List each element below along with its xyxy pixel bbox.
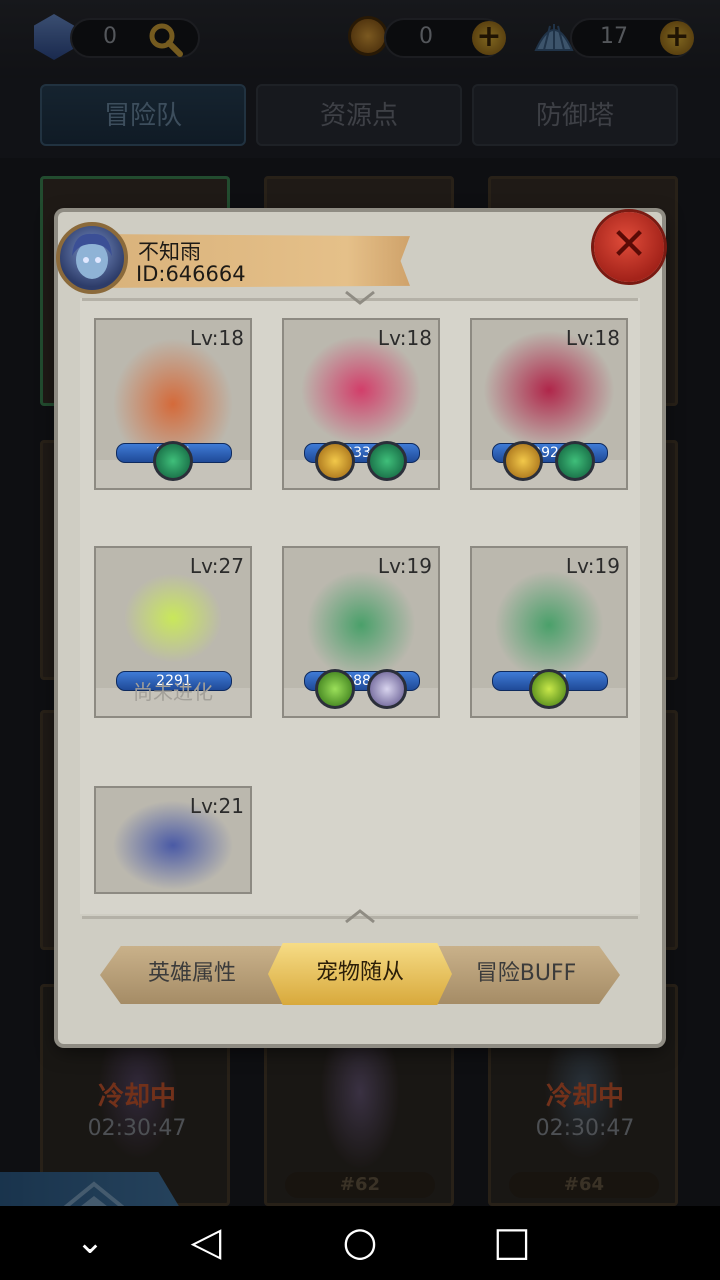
player-id: ID:646664 [136,262,246,286]
player-avatar[interactable] [56,222,128,294]
tab-pet-followers[interactable]: 宠物随从 [268,943,452,1005]
pet-level: Lv:18 [565,326,620,350]
pet-skill-row [472,669,626,716]
green-feather-skill-icon[interactable] [555,441,595,481]
pet-card[interactable]: Lv:27 2291 尚未进化 [94,546,252,718]
pet-card[interactable]: Lv:18 2330 [282,318,440,490]
green-feather-skill-icon[interactable] [367,441,407,481]
pet-level: Lv:27 [189,554,244,578]
pet-card[interactable]: Lv:18 2928 [470,318,628,490]
gold-hammer-skill-icon[interactable] [315,441,355,481]
pet-card[interactable]: Lv:193374 [470,546,628,718]
pet-skill-row [284,669,438,716]
green-cross-skill-icon[interactable] [315,669,355,709]
pet-skill-row [284,441,438,488]
pet-skill-row [472,441,626,488]
tab-hero-attributes[interactable]: 英雄属性 [122,946,262,1004]
pet-card[interactable]: Lv:19 2884 [282,546,440,718]
green-amulet-skill-icon[interactable] [529,669,569,709]
chevron-down-icon[interactable]: ⌄ [60,1216,120,1268]
pet-skill-row [96,441,250,488]
pet-level: Lv:19 [565,554,620,578]
pet-card[interactable]: Lv:182231 [94,318,252,490]
pet-card[interactable]: Lv:21 [94,786,252,894]
gold-hammer-skill-icon[interactable] [503,441,543,481]
pet-level: Lv:19 [377,554,432,578]
home-icon[interactable]: ○ [330,1216,390,1268]
recent-apps-icon[interactable]: □ [482,1216,542,1268]
green-feather-skill-icon[interactable] [153,441,193,481]
chevron-down-icon [344,290,376,306]
tab-adventure-buff[interactable]: 冒险BUFF [456,946,596,1004]
chevron-up-icon [344,908,376,924]
back-icon[interactable]: ◁ [176,1216,236,1268]
close-button[interactable]: ✕ [594,212,664,282]
pet-level: Lv:18 [189,326,244,350]
pet-level: Lv:18 [377,326,432,350]
pet-level: Lv:21 [189,794,244,818]
pet-skill-row: 尚未进化 [96,680,250,716]
not-evolved-label: 尚未进化 [133,680,213,704]
purple-crown-skill-icon[interactable] [367,669,407,709]
